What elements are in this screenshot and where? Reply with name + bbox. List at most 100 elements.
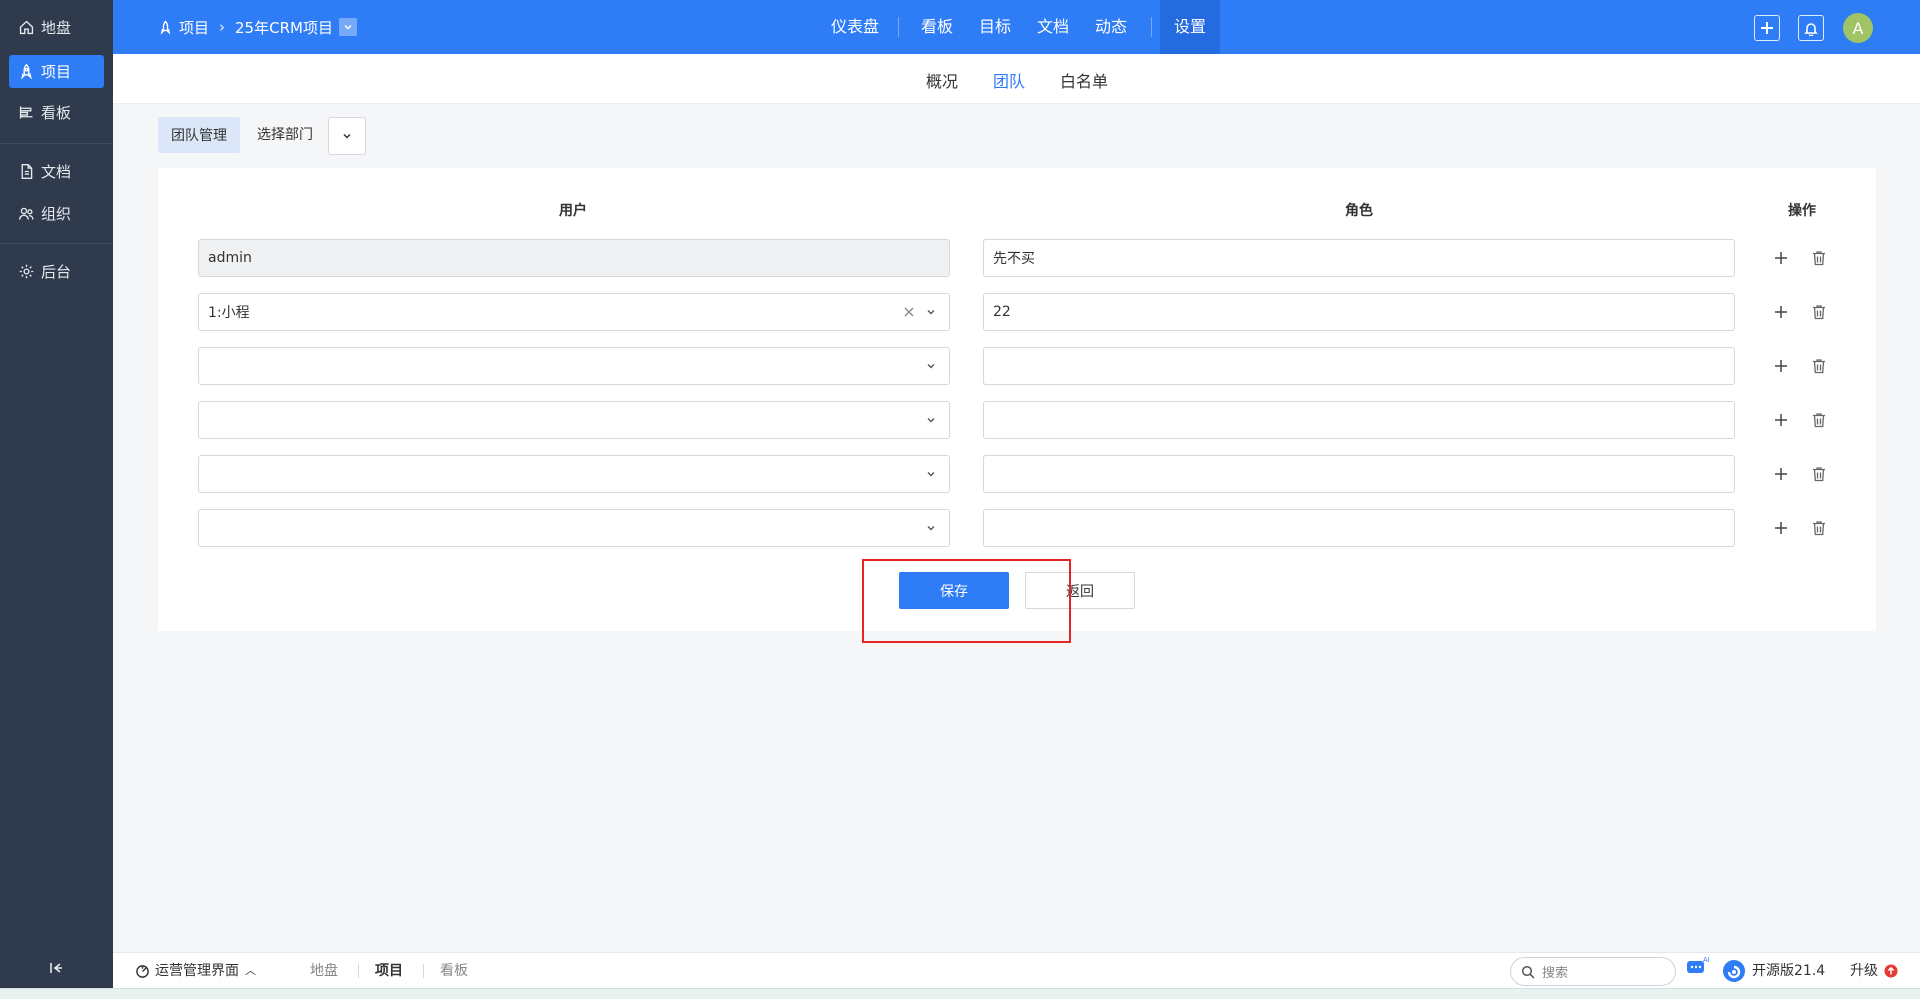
- tab-goals[interactable]: 目标: [973, 0, 1017, 54]
- user-select[interactable]: [198, 509, 950, 547]
- sidebar-item-label: 看板: [41, 104, 72, 122]
- add-row-button[interactable]: [1771, 518, 1791, 538]
- user-select[interactable]: [198, 455, 950, 493]
- bottom-tab-home[interactable]: 地盘: [310, 953, 338, 989]
- svg-text:AI: AI: [1703, 957, 1710, 964]
- tab-team[interactable]: 团队: [993, 68, 1025, 92]
- add-row-button[interactable]: [1771, 356, 1791, 376]
- search-placeholder: 搜索: [1542, 966, 1569, 981]
- home-icon: [17, 19, 35, 37]
- document-icon: [17, 163, 35, 181]
- delete-row-button[interactable]: [1809, 248, 1829, 268]
- role-input[interactable]: [983, 509, 1735, 547]
- bottom-tab-project[interactable]: 项目: [375, 953, 403, 989]
- add-row-button[interactable]: [1771, 302, 1791, 322]
- plus-icon: [1761, 22, 1773, 34]
- project-switch-dropdown[interactable]: [338, 18, 357, 36]
- version-badge[interactable]: 开源版21.4: [1722, 953, 1825, 989]
- breadcrumb-project-name[interactable]: 25年CRM项目: [235, 17, 333, 38]
- logo-icon: [1723, 960, 1745, 982]
- role-input[interactable]: [983, 401, 1735, 439]
- upgrade-label: 升级: [1850, 963, 1878, 979]
- sidebar-item-label: 项目: [41, 63, 72, 81]
- user-select[interactable]: 1:小程: [198, 293, 950, 331]
- select-department-label: 选择部门: [257, 127, 313, 143]
- chevron-down-icon: [343, 133, 351, 139]
- tab-whitelist[interactable]: 白名单: [1060, 68, 1108, 92]
- role-value: 22: [993, 304, 1011, 320]
- highlight-annotation: [862, 559, 1071, 643]
- role-input[interactable]: [983, 347, 1735, 385]
- role-column-header: 角色: [1345, 203, 1373, 219]
- tab-dashboard[interactable]: 仪表盘: [820, 0, 890, 54]
- delete-row-button[interactable]: [1809, 410, 1829, 430]
- chevron-down-icon: [923, 412, 939, 428]
- bottom-tab-kanban[interactable]: 看板: [440, 953, 468, 989]
- tab-overview[interactable]: 概况: [926, 68, 958, 92]
- sub-tab-bar: 概况 团队 白名单: [113, 54, 1920, 104]
- user-value: 1:小程: [208, 305, 250, 321]
- rocket-icon: [158, 20, 173, 35]
- nav-divider: [898, 17, 899, 37]
- sidebar-item-docs[interactable]: 文档: [9, 155, 104, 188]
- sidebar-item-project[interactable]: 项目: [9, 55, 104, 88]
- chevron-down-icon: [923, 358, 939, 374]
- create-button[interactable]: [1754, 15, 1780, 41]
- upgrade-arrow-icon: [1884, 964, 1898, 978]
- sidebar-item-label: 后台: [41, 263, 72, 281]
- tab-activity[interactable]: 动态: [1089, 0, 1133, 54]
- upgrade-button[interactable]: 升级: [1850, 953, 1898, 989]
- chevron-up-icon: ︿: [245, 964, 256, 977]
- sidebar-item-kanban[interactable]: 看板: [9, 96, 104, 129]
- clear-icon[interactable]: [901, 304, 917, 320]
- bottom-bar: 运营管理界面 ︿ › 地盘 项目 看板 搜索 AI 开源版21.4 升级: [113, 952, 1920, 988]
- sidebar-divider: [0, 243, 113, 244]
- sidebar-item-org[interactable]: 组织: [9, 197, 104, 230]
- chevron-down-icon: [923, 304, 939, 320]
- delete-row-button[interactable]: [1809, 302, 1829, 322]
- role-value: 先不买: [993, 251, 1035, 267]
- ops-column-header: 操作: [1788, 203, 1816, 219]
- nav-divider: [1151, 17, 1152, 37]
- sidebar-item-label: 地盘: [41, 19, 72, 37]
- chevron-down-icon: [344, 24, 352, 30]
- workspace-label: 运营管理界面: [155, 963, 239, 979]
- user-column-header: 用户: [559, 203, 587, 219]
- delete-row-button[interactable]: [1809, 356, 1829, 376]
- rocket-icon: [17, 63, 35, 81]
- workspace-switcher[interactable]: 运营管理界面 ︿: [135, 953, 256, 989]
- tab-divider: [358, 964, 359, 978]
- sidebar-item-admin[interactable]: 后台: [9, 255, 104, 288]
- role-input[interactable]: [983, 455, 1735, 493]
- bottom-strip: [0, 988, 1920, 999]
- add-row-button[interactable]: [1771, 248, 1791, 268]
- delete-row-button[interactable]: [1809, 464, 1829, 484]
- add-row-button[interactable]: [1771, 410, 1791, 430]
- workspace-icon: [136, 964, 149, 978]
- role-input[interactable]: 22: [983, 293, 1735, 331]
- collapse-sidebar-button[interactable]: [44, 958, 68, 982]
- top-bar: 项目 › 25年CRM项目 仪表盘 看板 目标 文档 动态 设置 A: [113, 0, 1920, 54]
- version-label: 开源版21.4: [1752, 963, 1826, 979]
- tab-docs[interactable]: 文档: [1031, 0, 1075, 54]
- department-dropdown[interactable]: [328, 117, 366, 155]
- notifications-button[interactable]: [1798, 15, 1824, 41]
- search-input[interactable]: 搜索: [1510, 957, 1676, 986]
- breadcrumb-project-root[interactable]: 项目: [179, 17, 209, 38]
- avatar[interactable]: A: [1843, 13, 1873, 43]
- tab-settings[interactable]: 设置: [1160, 0, 1220, 54]
- users-icon: [17, 205, 35, 223]
- tab-divider: [423, 964, 424, 978]
- user-select[interactable]: [198, 347, 950, 385]
- tab-kanban[interactable]: 看板: [915, 0, 959, 54]
- ai-chat-icon[interactable]: AI: [1686, 955, 1710, 991]
- team-management-tab[interactable]: 团队管理: [158, 117, 240, 153]
- delete-row-button[interactable]: [1809, 518, 1829, 538]
- role-input[interactable]: 先不买: [983, 239, 1735, 277]
- chevron-right-icon: ›: [219, 18, 226, 36]
- kanban-icon: [17, 104, 35, 122]
- sidebar-item-home[interactable]: 地盘: [9, 11, 104, 44]
- add-row-button[interactable]: [1771, 464, 1791, 484]
- user-value: admin: [208, 250, 252, 266]
- user-select[interactable]: [198, 401, 950, 439]
